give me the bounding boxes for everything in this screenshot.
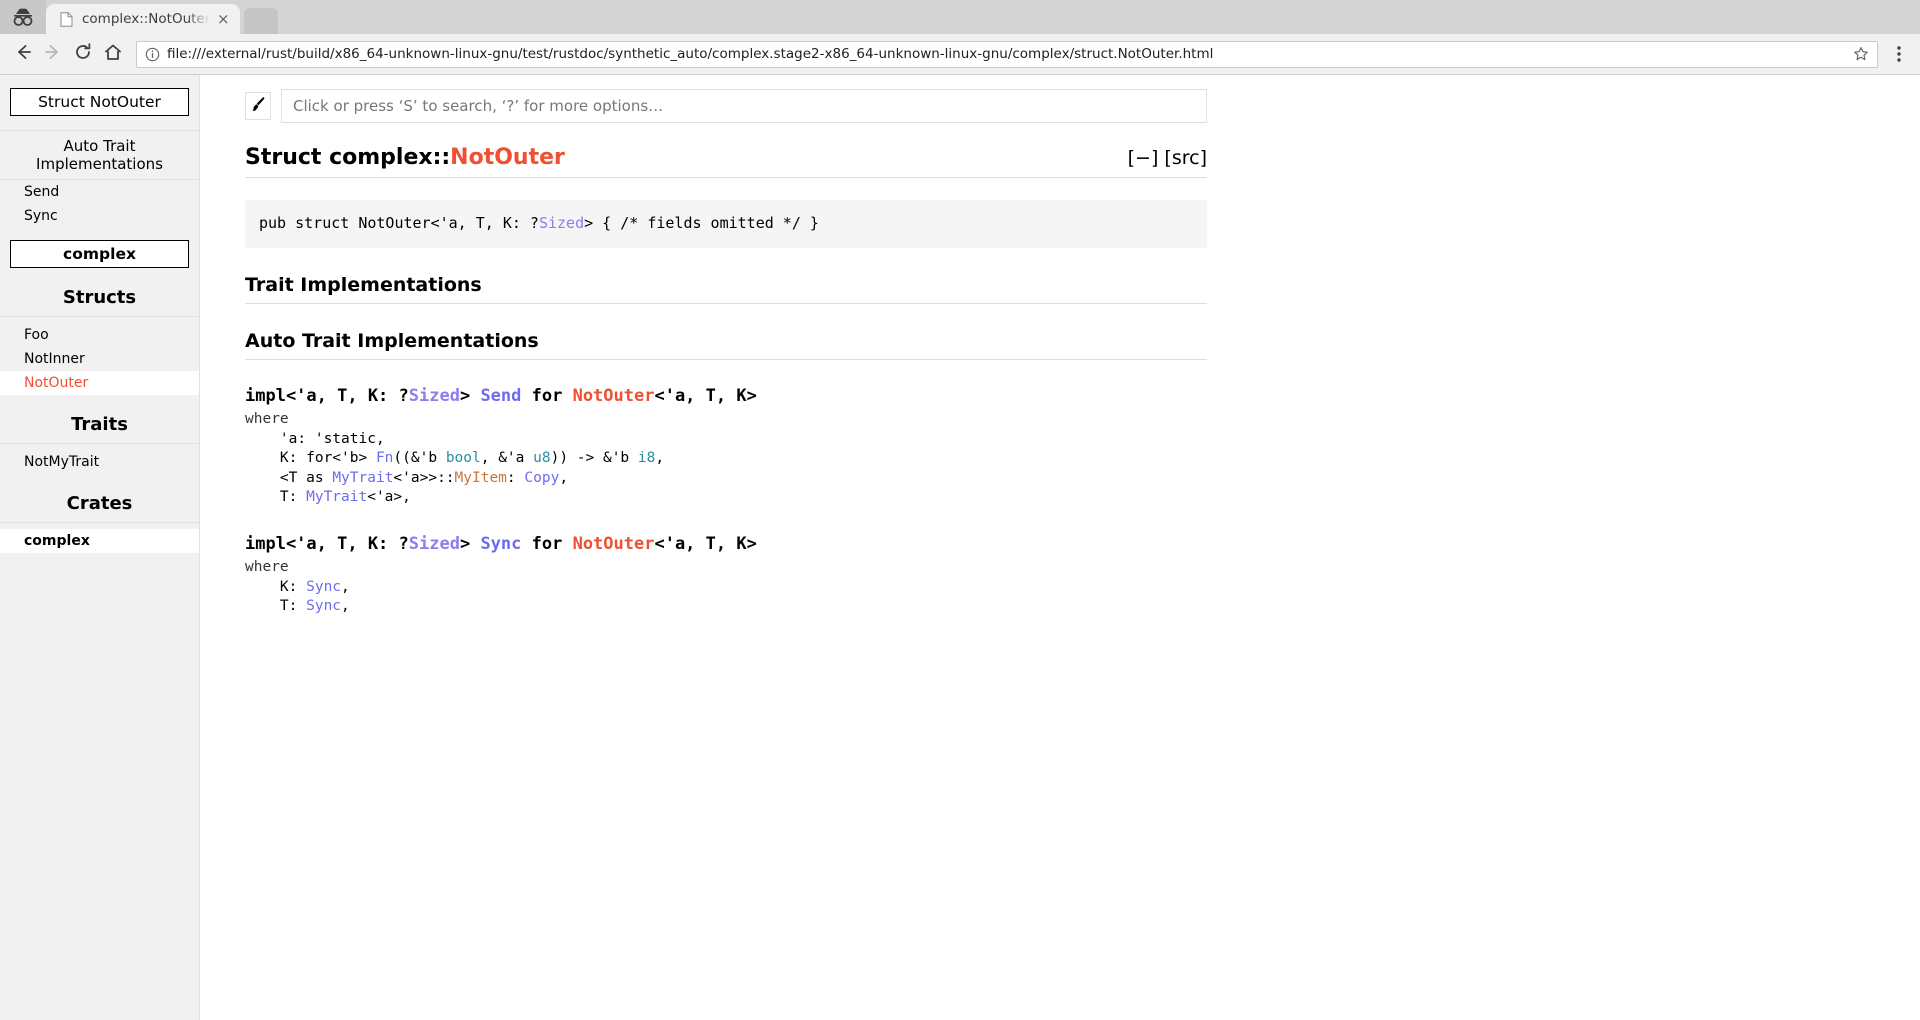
tab-close-button[interactable]: × [214,10,232,28]
impl-mid: > [459,533,481,554]
forward-button[interactable] [38,39,68,69]
browser-window: complex::NotOuter × file:///external/rus… [0,0,1920,1020]
impl-for-keyword: for [521,385,573,406]
sidebar-location-struct: Struct NotOuter [10,88,189,116]
where-link-fn: Fn [375,450,394,467]
new-tab-button[interactable] [244,8,279,34]
impl-header-send: impl<'a, T, K: ?Sized> Send for NotOuter… [245,386,1207,407]
forward-arrow-icon [43,42,63,66]
sidebar-item-sync[interactable]: Sync [0,204,199,228]
impl-mid: > [459,385,481,406]
struct-declaration: pub struct NotOuter<'a, T, K: ?Sized> { … [245,200,1207,248]
where-link-mytrait: MyTrait [332,469,394,486]
impl-sized-link[interactable]: Sized [409,534,460,554]
where-link-u8: u8 [533,450,551,467]
where-clause-send: where 'a: 'static, K: for<'b> Fn((&'b bo… [245,411,665,506]
section-heading-auto-trait-implementations: Auto Trait Implementations [245,330,1207,360]
declaration-sized-link[interactable]: Sized [539,214,584,232]
page-title-links: [−] [src] [1128,147,1207,170]
tab-strip: complex::NotOuter × [0,0,1920,34]
back-arrow-icon [13,42,33,66]
where-link-sync-t: Sync [306,598,342,615]
sidebar-item-crate-complex[interactable]: complex [0,529,199,553]
rustdoc-sidebar: Struct NotOuter Auto Trait Implementatio… [0,75,200,1020]
page-title-row: Struct complex::NotOuter [−] [src] [245,145,1207,179]
sidebar-crate-location: complex [10,240,189,268]
sidebar-heading-structs: Structs [0,280,199,317]
impl-type-link-notouter[interactable]: NotOuter [573,386,655,406]
sidebar-item-send[interactable]: Send [0,180,199,204]
sidebar-heading-crates: Crates [0,486,199,523]
where-link-sync-k: Sync [306,578,342,595]
browser-tab[interactable]: complex::NotOuter × [46,4,241,34]
browser-menu-button[interactable] [1886,39,1912,69]
tab-title: complex::NotOuter [82,11,211,27]
sidebar-item-notouter[interactable]: NotOuter [0,371,199,395]
where-link-mytrait-2: MyTrait [306,489,368,506]
impl-prefix: impl<'a, T, K: ? [245,385,409,406]
where-link-i8: i8 [637,450,656,467]
where-clause-sync: where K: Sync, T: Sync, [245,559,350,615]
where-link-myitem: MyItem [454,469,507,486]
impl-prefix: impl<'a, T, K: ? [245,533,409,554]
where-link-bool: bool [445,450,481,467]
where-keyword: where [245,559,289,576]
impl-block-sync: impl<'a, T, K: ?Sized> Sync for NotOuter… [245,534,1207,617]
search-row [245,89,1207,123]
impl-generics: <'a, T, K> [654,385,757,406]
sidebar-item-foo[interactable]: Foo [0,323,199,347]
sidebar-block-title-auto-trait-implementations: Auto Trait Implementations [0,130,199,180]
page-title: Struct complex::NotOuter [245,145,565,170]
where-keyword: where [245,411,289,428]
bookmark-star-icon[interactable] [1851,46,1871,62]
impl-sized-link[interactable]: Sized [409,386,460,406]
page-icon [58,11,74,27]
sidebar-item-notinner[interactable]: NotInner [0,347,199,371]
page-title-name: NotOuter [450,145,565,170]
impl-generics: <'a, T, K> [654,533,757,554]
home-button[interactable] [98,39,128,69]
back-button[interactable] [8,39,38,69]
declaration-suffix: > { /* fields omitted */ } [584,214,819,233]
impl-header-sync: impl<'a, T, K: ?Sized> Sync for NotOuter… [245,534,1207,555]
collapse-toggle-link[interactable]: [−] [1128,147,1159,169]
home-icon [103,42,123,66]
impl-block-send: impl<'a, T, K: ?Sized> Send for NotOuter… [245,386,1207,508]
browser-toolbar: file:///external/rust/build/x86_64-unkno… [0,34,1920,75]
page-info-icon[interactable] [143,45,161,63]
src-link[interactable]: [src] [1164,147,1207,169]
impl-trait-link-send[interactable]: Send [480,386,521,406]
where-link-copy: Copy [524,469,560,486]
reload-icon [73,42,93,66]
address-bar-url: file:///external/rust/build/x86_64-unkno… [167,46,1214,62]
impl-type-link-notouter[interactable]: NotOuter [573,534,655,554]
section-heading-trait-implementations: Trait Implementations [245,274,1207,304]
impl-for-keyword: for [521,533,573,554]
incognito-indicator [0,0,46,34]
reload-button[interactable] [68,39,98,69]
address-bar[interactable]: file:///external/rust/build/x86_64-unkno… [136,40,1878,68]
declaration-prefix: pub struct NotOuter<'a, T, K: ? [259,214,539,233]
impl-trait-link-sync[interactable]: Sync [480,534,521,554]
page-title-kind: Struct [245,145,330,170]
sidebar-item-notmytrait[interactable]: NotMyTrait [0,450,199,474]
page-title-path: complex:: [329,145,451,170]
incognito-icon [10,8,36,26]
sidebar-top-spacer [0,75,199,88]
theme-picker-button[interactable] [245,92,271,120]
three-dot-menu-icon [1897,46,1901,62]
paintbrush-icon [250,96,267,117]
content-column: Struct complex::NotOuter [−] [src] pub s… [245,75,1207,617]
rustdoc-main: Struct complex::NotOuter [−] [src] pub s… [200,75,1920,1020]
page-viewport: Struct NotOuter Auto Trait Implementatio… [0,75,1920,1020]
search-input[interactable] [281,89,1207,123]
sidebar-heading-traits: Traits [0,407,199,444]
